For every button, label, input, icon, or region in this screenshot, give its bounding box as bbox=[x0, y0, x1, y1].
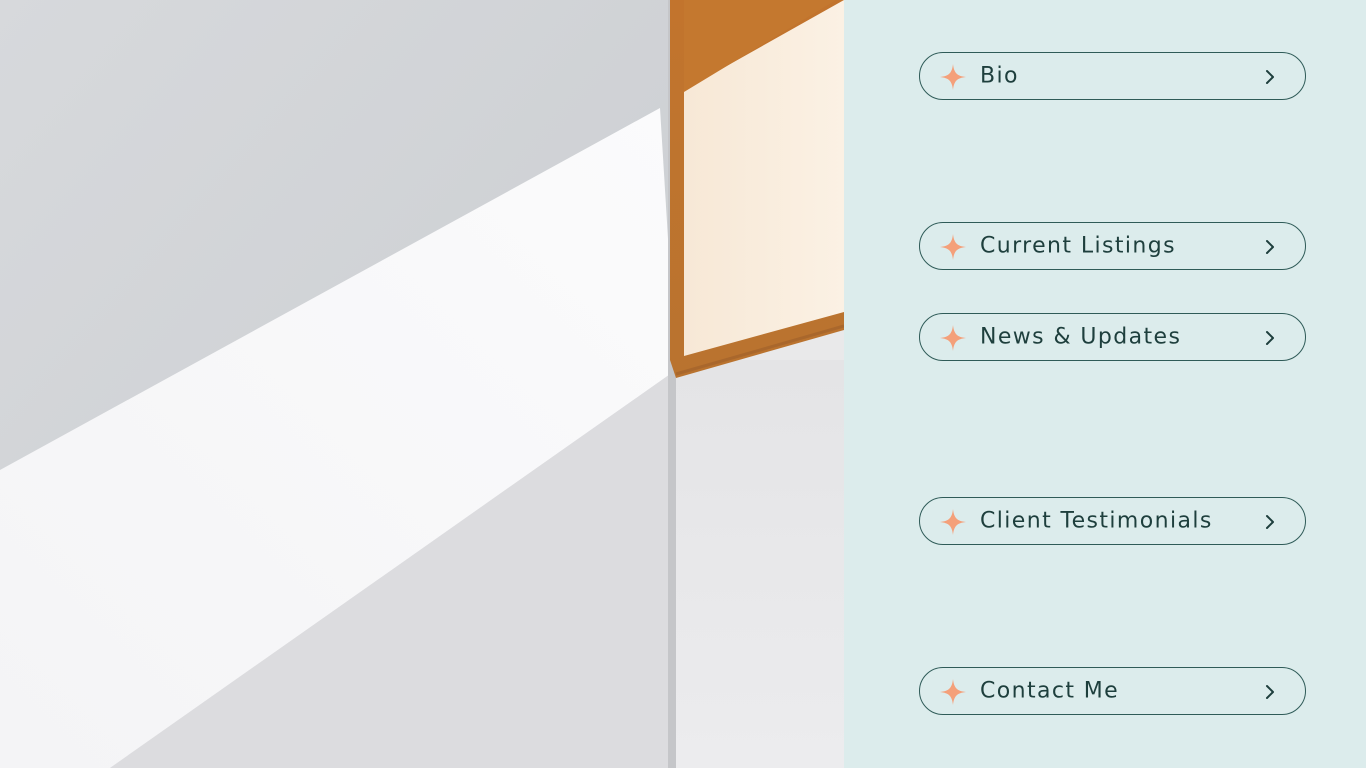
nav-button-news-updates[interactable]: News & Updates bbox=[919, 313, 1306, 361]
sparkle-star-icon bbox=[940, 679, 966, 705]
hero-photo bbox=[0, 0, 844, 768]
chevron-right-icon bbox=[1266, 685, 1274, 699]
sparkle-star-icon bbox=[940, 64, 966, 90]
nav-button-client-testimonials[interactable]: Client Testimonials bbox=[919, 497, 1306, 545]
chevron-right-icon bbox=[1266, 331, 1274, 345]
navigation-panel bbox=[844, 0, 1366, 768]
chevron-right-icon bbox=[1266, 515, 1274, 529]
nav-button-label: Current Listings bbox=[980, 233, 1176, 259]
chevron-right-icon bbox=[1266, 70, 1274, 84]
nav-button-contact-me[interactable]: Contact Me bbox=[919, 667, 1306, 715]
wall-corner-image bbox=[0, 0, 844, 768]
sparkle-star-icon bbox=[940, 234, 966, 260]
sparkle-star-icon bbox=[940, 325, 966, 351]
nav-button-label: News & Updates bbox=[980, 324, 1182, 350]
chevron-right-icon bbox=[1266, 240, 1274, 254]
nav-button-label: Client Testimonials bbox=[980, 508, 1213, 534]
nav-button-bio[interactable]: Bio bbox=[919, 52, 1306, 100]
nav-button-label: Bio bbox=[980, 63, 1019, 89]
nav-button-current-listings[interactable]: Current Listings bbox=[919, 222, 1306, 270]
sparkle-star-icon bbox=[940, 509, 966, 535]
nav-button-label: Contact Me bbox=[980, 678, 1120, 704]
